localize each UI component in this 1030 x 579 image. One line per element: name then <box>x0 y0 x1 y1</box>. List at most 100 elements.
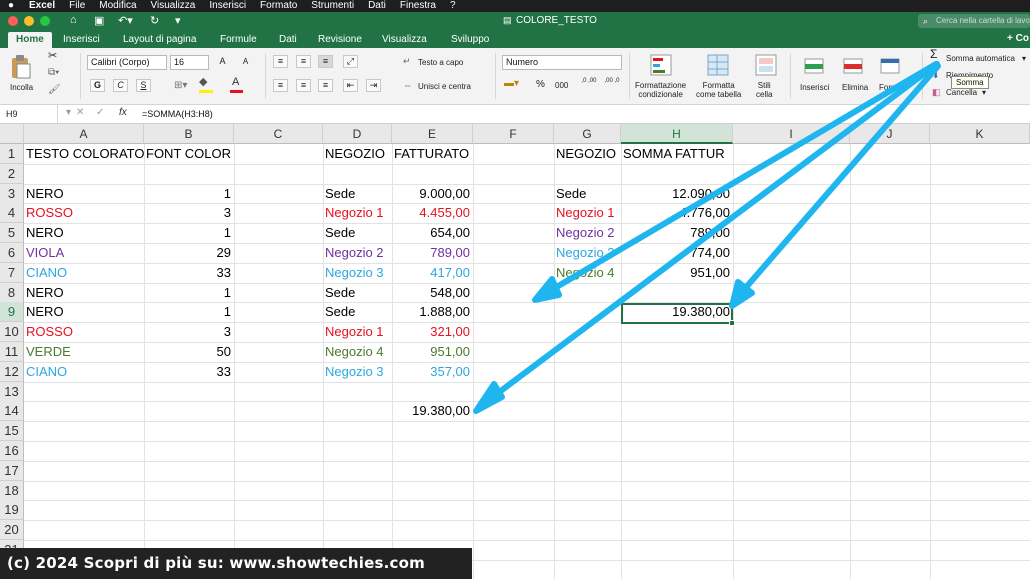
row-header-5[interactable]: 5 <box>0 223 24 244</box>
align-top-button[interactable]: ≡ <box>273 55 288 68</box>
cell-d12[interactable]: Negozio 3 <box>323 362 392 382</box>
cell-styles-icon[interactable] <box>755 54 777 76</box>
cell-b9[interactable]: 1 <box>144 302 234 322</box>
cell-d8[interactable]: Sede <box>323 283 392 303</box>
menu-app-excel[interactable]: Excel <box>22 0 62 12</box>
font-color-icon[interactable]: A <box>232 77 239 88</box>
cell-e11[interactable]: 951,00 <box>392 342 473 362</box>
fill-down-icon[interactable]: ⬇ <box>932 71 940 80</box>
cell-e10[interactable]: 321,00 <box>392 322 473 342</box>
name-box-dropdown-icon[interactable]: ▾ <box>66 107 71 118</box>
tab-inserisci[interactable]: Inserisci <box>63 33 100 46</box>
cell-b1[interactable]: FONT COLOR <box>144 144 234 164</box>
cell-h4[interactable]: 4.776,00 <box>621 203 733 223</box>
cell-a6[interactable]: VIOLA <box>24 243 144 263</box>
row-header-16[interactable]: 16 <box>0 441 24 461</box>
cell-e9[interactable]: 1.888,00 <box>392 302 473 322</box>
align-center-button[interactable]: ≡ <box>296 79 311 92</box>
zoom-window-button[interactable] <box>40 16 50 26</box>
conditional-formatting-button[interactable]: Formattazione condizionale <box>635 81 686 99</box>
decrease-decimal-button[interactable]: ,00 ,0 <box>603 77 621 86</box>
decrease-indent-button[interactable]: ⇤ <box>343 79 358 92</box>
autosum-icon[interactable]: Σ <box>930 48 937 60</box>
undo-icon[interactable]: ↶▾ <box>118 14 133 27</box>
search-workbook-field[interactable]: ⌕ Cerca nella cartella di lavoro <box>918 14 1030 28</box>
row-header-3[interactable]: 3 <box>0 183 24 204</box>
column-header-d[interactable]: D <box>323 124 392 144</box>
row-header-19[interactable]: 19 <box>0 500 24 521</box>
cell-a1[interactable]: TESTO COLORATO <box>24 144 144 164</box>
cell-d1[interactable]: NEGOZIO <box>323 144 392 164</box>
column-header-b[interactable]: B <box>144 124 234 144</box>
cell-h7[interactable]: 951,00 <box>621 263 733 283</box>
font-name-select[interactable]: Calibri (Corpo) <box>87 55 167 70</box>
tab-home[interactable]: Home <box>8 32 52 48</box>
cell-a8[interactable]: NERO <box>24 283 144 303</box>
row-header-11[interactable]: 11 <box>0 342 24 362</box>
currency-icon[interactable]: ▬▾ <box>504 79 519 89</box>
menu-formato[interactable]: Formato <box>253 0 304 12</box>
cell-d5[interactable]: Sede <box>323 223 392 243</box>
cell-e4[interactable]: 4.455,00 <box>392 203 473 223</box>
row-header-15[interactable]: 15 <box>0 421 24 442</box>
column-header-e[interactable]: E <box>392 124 473 144</box>
cell-e12[interactable]: 357,00 <box>392 362 473 382</box>
minimize-window-button[interactable] <box>24 16 34 26</box>
select-all-corner[interactable] <box>0 124 24 144</box>
cell-b6[interactable]: 29 <box>144 243 234 263</box>
cell-b12[interactable]: 33 <box>144 362 234 382</box>
borders-icon[interactable]: ⊞▾ <box>174 81 187 91</box>
align-left-button[interactable]: ≡ <box>273 79 288 92</box>
formula-input[interactable]: =SOMMA(H3:H8) <box>142 105 213 123</box>
redo-icon[interactable]: ↻ <box>150 14 159 27</box>
row-header-6[interactable]: 6 <box>0 243 24 263</box>
cell-a3[interactable]: NERO <box>24 184 144 204</box>
delete-cells-icon[interactable] <box>842 56 866 76</box>
cell-h1[interactable]: SOMMA FATTUR <box>621 144 733 164</box>
row-header-8[interactable]: 8 <box>0 282 24 303</box>
align-bottom-button[interactable]: ≡ <box>318 55 333 68</box>
cell-b5[interactable]: 1 <box>144 223 234 243</box>
cell-a9[interactable]: NERO <box>24 302 144 322</box>
row-header-9[interactable]: 9 <box>0 302 24 323</box>
column-header-i[interactable]: I <box>733 124 850 144</box>
paste-icon[interactable] <box>10 54 32 80</box>
insert-cells-icon[interactable] <box>803 56 827 76</box>
format-as-table-icon[interactable] <box>707 54 729 76</box>
cell-e7[interactable]: 417,00 <box>392 263 473 283</box>
cell-e1[interactable]: FATTURATO <box>392 144 473 164</box>
fill-handle[interactable] <box>729 320 735 326</box>
row-header-17[interactable]: 17 <box>0 460 24 481</box>
cell-b8[interactable]: 1 <box>144 283 234 303</box>
menu-inserisci[interactable]: Inserisci <box>202 0 253 12</box>
conditional-formatting-icon[interactable] <box>650 54 672 76</box>
cell-b4[interactable]: 3 <box>144 203 234 223</box>
column-header-a[interactable]: A <box>24 124 144 144</box>
cell-e8[interactable]: 548,00 <box>392 283 473 303</box>
cell-h5[interactable]: 789,00 <box>621 223 733 243</box>
cancel-formula-icon[interactable]: ✕ <box>76 107 84 118</box>
percent-button[interactable]: % <box>536 80 545 90</box>
wrap-text-button[interactable]: Testo a capo <box>418 58 463 67</box>
cell-d6[interactable]: Negozio 2 <box>323 243 392 263</box>
align-middle-button[interactable]: ≡ <box>296 55 311 68</box>
name-box[interactable]: H9 <box>0 105 58 123</box>
confirm-formula-icon[interactable]: ✓ <box>96 107 104 118</box>
row-header-13[interactable]: 13 <box>0 381 24 402</box>
column-header-j[interactable]: J <box>850 124 930 144</box>
cell-h6[interactable]: 774,00 <box>621 243 733 263</box>
merge-center-button[interactable]: Unisci e centra <box>418 82 471 91</box>
cell-g6[interactable]: Negozio 3 <box>554 243 621 263</box>
cell-styles-button[interactable]: Stili cella <box>756 81 772 99</box>
cell-g3[interactable]: Sede <box>554 184 621 204</box>
number-format-select[interactable]: Numero <box>502 55 622 70</box>
cell-g7[interactable]: Negozio 4 <box>554 263 621 283</box>
orientation-button[interactable]: ⤢ <box>343 55 358 68</box>
row-header-14[interactable]: 14 <box>0 401 24 422</box>
column-header-c[interactable]: C <box>234 124 323 144</box>
eraser-icon[interactable]: ◧ <box>932 88 941 97</box>
bold-button[interactable]: G <box>90 79 105 92</box>
increase-decimal-button[interactable]: ,0 ,00 <box>580 77 598 86</box>
cell-a7[interactable]: CIANO <box>24 263 144 283</box>
row-header-12[interactable]: 12 <box>0 361 24 382</box>
